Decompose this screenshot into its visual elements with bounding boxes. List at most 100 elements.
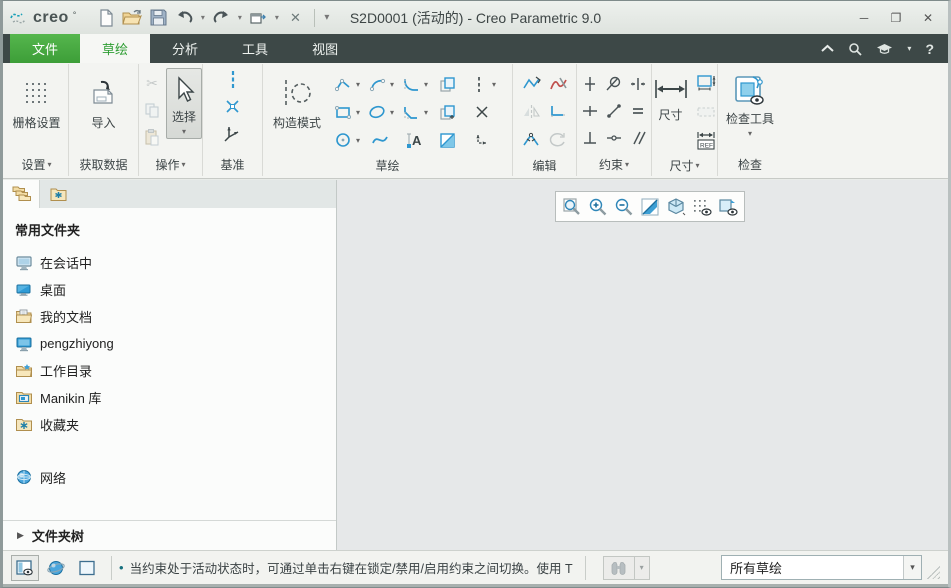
spline-icon[interactable] bbox=[367, 127, 393, 153]
grid-settings-button[interactable]: 栅格设置 bbox=[6, 68, 66, 133]
arc-icon[interactable] bbox=[367, 71, 387, 97]
refit-icon[interactable] bbox=[559, 194, 585, 220]
copy-icon[interactable] bbox=[139, 97, 165, 123]
tab-sketch[interactable]: 草绘 bbox=[80, 34, 151, 63]
folder-item-computer[interactable]: pengzhiyong bbox=[15, 330, 336, 357]
chamfer-dropdown[interactable]: ▾ bbox=[421, 108, 431, 117]
group-label-sketch[interactable]: 草绘 bbox=[263, 154, 512, 176]
dimension-button[interactable]: 尺寸 bbox=[651, 68, 691, 127]
tab-file[interactable]: 文件 bbox=[10, 34, 81, 63]
select-dropdown[interactable]: ▾ bbox=[182, 127, 186, 136]
learning-center-icon[interactable] bbox=[876, 43, 893, 55]
ellipse-icon[interactable] bbox=[367, 99, 387, 125]
save-button[interactable] bbox=[146, 6, 170, 30]
centerline-dropdown[interactable]: ▾ bbox=[489, 80, 499, 89]
palette-icon[interactable] bbox=[435, 127, 461, 153]
select-button[interactable]: 选择 ▾ bbox=[166, 68, 203, 139]
web-browser-button[interactable] bbox=[42, 555, 70, 581]
line-dropdown[interactable]: ▾ bbox=[353, 80, 363, 89]
centerline-icon[interactable] bbox=[220, 70, 246, 90]
graphics-area[interactable] bbox=[337, 180, 948, 550]
group-label-datum[interactable]: 基准 bbox=[203, 152, 262, 176]
offset-icon[interactable] bbox=[435, 71, 461, 97]
tab-view[interactable]: 视图 bbox=[290, 34, 360, 63]
folder-tree-expander-icon[interactable]: ▶ bbox=[17, 530, 24, 541]
close-window-button[interactable]: ✕ bbox=[283, 6, 307, 30]
learning-center-dropdown[interactable]: ▾ bbox=[907, 44, 911, 53]
arc-dropdown[interactable]: ▾ bbox=[387, 80, 397, 89]
display-style-icon[interactable] bbox=[663, 194, 689, 220]
rectangle-icon[interactable] bbox=[333, 99, 353, 125]
text-icon[interactable]: A bbox=[401, 127, 427, 153]
folder-item-working-directory[interactable]: 工作目录 bbox=[15, 357, 336, 384]
circle-dropdown[interactable]: ▾ bbox=[353, 136, 363, 145]
thicken-icon[interactable] bbox=[435, 99, 461, 125]
tangent-constraint-icon[interactable] bbox=[601, 71, 627, 97]
coordinate-system-icon[interactable] bbox=[220, 122, 246, 144]
parallel-constraint-icon[interactable] bbox=[625, 125, 651, 151]
navigator-toggle-button[interactable] bbox=[11, 554, 39, 581]
find-dropdown[interactable]: ▾ bbox=[633, 556, 649, 579]
divide-icon[interactable] bbox=[518, 127, 544, 153]
sketch-view-icon[interactable] bbox=[715, 194, 741, 220]
search-icon[interactable] bbox=[848, 42, 863, 56]
maximize-button[interactable]: ❐ bbox=[882, 7, 910, 29]
zoom-in-icon[interactable] bbox=[585, 194, 611, 220]
tab-favorites[interactable] bbox=[40, 180, 77, 208]
sketch-point-icon[interactable] bbox=[469, 99, 495, 125]
group-label-get-data[interactable]: 获取数据 bbox=[69, 152, 138, 176]
undo-button[interactable] bbox=[172, 6, 196, 30]
symmetric-constraint-icon[interactable] bbox=[601, 125, 627, 151]
help-icon[interactable]: ? bbox=[925, 41, 934, 57]
model-tree-toggle-button[interactable] bbox=[73, 555, 101, 581]
undo-dropdown[interactable]: ▾ bbox=[198, 13, 207, 22]
redo-dropdown[interactable]: ▾ bbox=[235, 13, 244, 22]
import-button[interactable]: 导入 bbox=[83, 68, 125, 133]
minimize-button[interactable]: ─ bbox=[850, 7, 878, 29]
customize-qat-dropdown[interactable]: ▾ bbox=[322, 12, 331, 23]
baseline-icon[interactable] bbox=[693, 99, 719, 125]
minimize-ribbon-icon[interactable] bbox=[821, 44, 835, 53]
tab-folder-browser[interactable] bbox=[3, 180, 40, 208]
cut-icon[interactable]: ✂ bbox=[139, 70, 165, 96]
paste-icon[interactable] bbox=[139, 124, 165, 150]
fillet-dropdown[interactable]: ▾ bbox=[421, 80, 431, 89]
delete-segment-icon[interactable] bbox=[545, 71, 571, 97]
sketch-filter-combobox[interactable]: 所有草绘 ▾ bbox=[721, 555, 922, 580]
import-coordsys-icon[interactable] bbox=[469, 127, 495, 153]
windows-button[interactable] bbox=[246, 6, 270, 30]
ellipse-dropdown[interactable]: ▾ bbox=[387, 108, 397, 117]
horizontal-constraint-icon[interactable] bbox=[577, 98, 603, 124]
folder-item-favorites[interactable]: 收藏夹 bbox=[15, 411, 336, 438]
vertical-constraint-icon[interactable] bbox=[577, 71, 603, 97]
rectangle-dropdown[interactable]: ▾ bbox=[353, 108, 363, 117]
mirror-icon[interactable] bbox=[518, 99, 544, 125]
open-file-button[interactable] bbox=[120, 6, 144, 30]
reference-dim-icon[interactable]: REF bbox=[693, 128, 719, 154]
chamfer-icon[interactable] bbox=[401, 99, 421, 125]
folder-item-manikin-library[interactable]: Manikin 库 bbox=[15, 384, 336, 411]
construction-centerline-icon[interactable] bbox=[469, 71, 489, 97]
group-label-operations[interactable]: 操作 ▾ bbox=[139, 152, 202, 176]
repaint-icon[interactable] bbox=[637, 194, 663, 220]
redo-button[interactable] bbox=[209, 6, 233, 30]
inspect-tools-dropdown[interactable]: ▾ bbox=[748, 129, 752, 138]
rotate-resize-icon[interactable] bbox=[545, 127, 571, 153]
folder-item-my-documents[interactable]: 我的文档 bbox=[15, 303, 336, 330]
group-label-dimension[interactable]: 尺寸 ▾ bbox=[652, 154, 717, 176]
perpendicular-constraint-icon[interactable] bbox=[577, 125, 603, 151]
circle-icon[interactable] bbox=[333, 127, 353, 153]
fillet-icon[interactable] bbox=[401, 71, 421, 97]
group-label-constrain[interactable]: 约束 ▾ bbox=[577, 152, 651, 176]
group-label-settings[interactable]: 设置 ▾ bbox=[5, 152, 68, 176]
construction-mode-button[interactable]: 构造模式 bbox=[267, 68, 327, 133]
inspect-tools-button[interactable]: 检查工具 ▾ bbox=[720, 68, 780, 141]
find-binoculars-icon[interactable] bbox=[604, 557, 634, 579]
tab-analysis[interactable]: 分析 bbox=[150, 34, 220, 63]
folder-item-network[interactable]: 网络 bbox=[15, 464, 336, 491]
tab-tools[interactable]: 工具 bbox=[220, 34, 290, 63]
corner-icon[interactable] bbox=[545, 99, 571, 125]
window-resize-grip[interactable] bbox=[927, 566, 940, 579]
windows-dropdown[interactable]: ▾ bbox=[272, 13, 281, 22]
perimeter-icon[interactable] bbox=[693, 70, 719, 96]
